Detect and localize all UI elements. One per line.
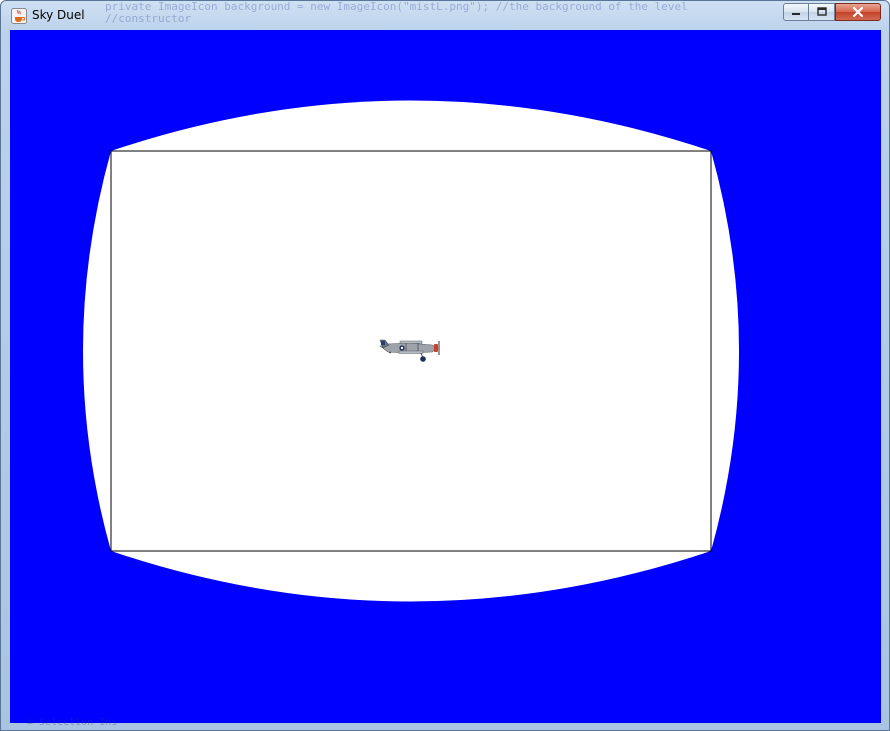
- close-icon: [852, 6, 864, 18]
- minimize-button[interactable]: [783, 3, 809, 21]
- maximize-icon: [816, 7, 827, 16]
- title-bar[interactable]: private ImageIcon background = new Image…: [1, 1, 889, 30]
- close-button[interactable]: [835, 3, 881, 21]
- java-cup-icon[interactable]: [11, 8, 27, 24]
- background-code-line-2: //constructor: [105, 12, 192, 25]
- game-canvas[interactable]: [10, 30, 881, 723]
- background-code-line-1: private ImageIcon background = new Image…: [105, 1, 688, 13]
- window-title: Sky Duel: [32, 8, 85, 22]
- app-window: private ImageIcon background = new Image…: [0, 0, 890, 731]
- minimize-icon: [792, 13, 800, 15]
- background-status-text: ≡ Selection Ins: [27, 717, 118, 728]
- maximize-button[interactable]: [809, 3, 835, 21]
- background-code-text: private ImageIcon background = new Image…: [105, 1, 688, 25]
